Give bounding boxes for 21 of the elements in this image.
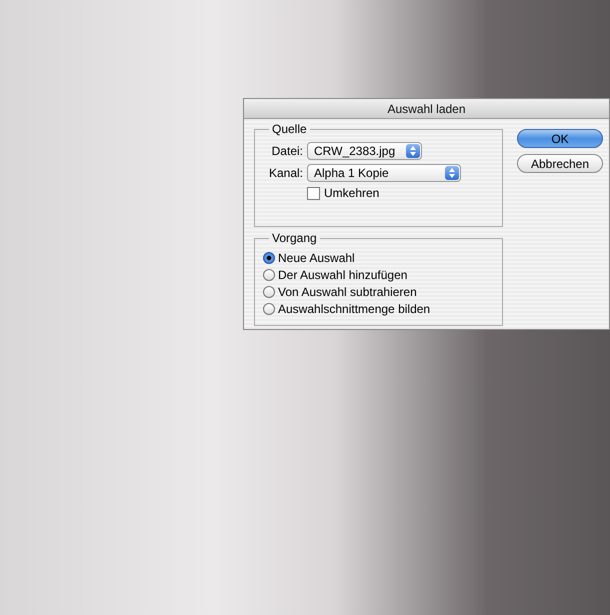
group-title: Quelle	[269, 122, 310, 136]
cancel-button[interactable]: Abbrechen	[517, 154, 603, 173]
window-title: Auswahl laden	[387, 102, 466, 116]
radio-button[interactable]	[263, 252, 275, 264]
stepper-arrows-icon	[445, 166, 459, 180]
radio-label: Der Auswahl hinzufügen	[278, 268, 408, 282]
field-label: Datei:	[270, 144, 303, 158]
radio-label: Auswahlschnittmenge bilden	[278, 302, 430, 316]
field-label: Kanal:	[268, 166, 303, 180]
invert-checkbox[interactable]	[307, 186, 320, 200]
radio-button[interactable]	[263, 303, 275, 315]
ok-button[interactable]: OK	[517, 129, 603, 148]
radio-label: Von Auswahl subtrahieren	[278, 285, 417, 299]
checkbox-label: Umkehren	[324, 186, 380, 200]
radio-button[interactable]	[263, 269, 275, 281]
channel-dropdown[interactable]: Alpha 1 Kopie	[307, 164, 461, 182]
stepper-arrows-icon	[406, 144, 420, 158]
radio-label: Neue Auswahl	[278, 251, 355, 265]
group-title: Vorgang	[269, 231, 320, 245]
file-dropdown[interactable]: CRW_2383.jpg	[307, 142, 422, 160]
radio-button[interactable]	[263, 286, 275, 298]
